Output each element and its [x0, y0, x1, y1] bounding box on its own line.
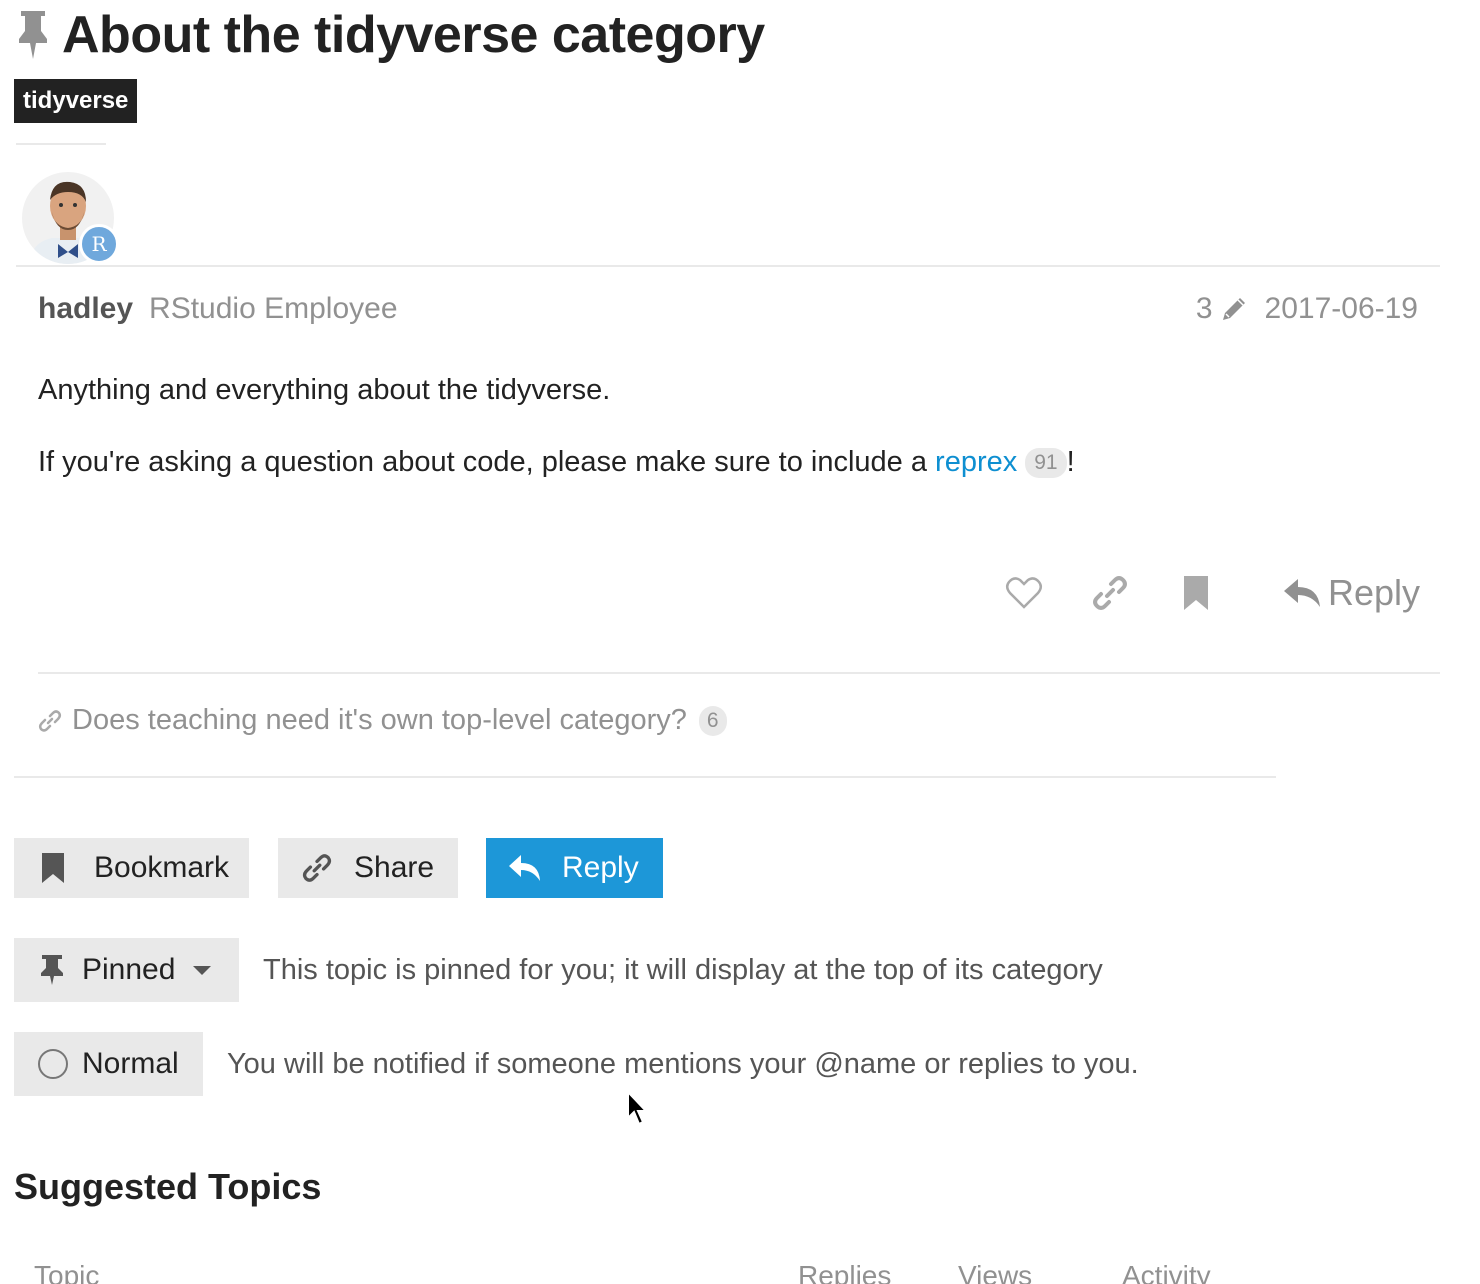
reprex-link[interactable]: reprex — [935, 446, 1017, 478]
topic-title-row: About the tidyverse category — [16, 6, 765, 64]
column-header-topic: Topic — [34, 1260, 100, 1284]
pinned-dropdown[interactable]: Pinned — [14, 938, 239, 1002]
reply-button[interactable]: Reply — [486, 838, 663, 898]
post-reply-button[interactable]: Reply — [1282, 572, 1420, 614]
pin-icon — [41, 955, 63, 985]
pinned-description: This topic is pinned for you; it will di… — [263, 953, 1103, 986]
pencil-icon[interactable] — [1219, 294, 1249, 324]
column-header-replies: Replies — [798, 1260, 892, 1284]
column-header-views: Views — [958, 1260, 1033, 1284]
divider — [14, 776, 1276, 778]
link-icon — [302, 854, 332, 882]
notification-description: You will be notified if someone mentions… — [227, 1047, 1139, 1080]
link-icon[interactable] — [1090, 573, 1130, 613]
username[interactable]: hadley — [38, 292, 133, 326]
divider — [38, 672, 1440, 674]
notification-row: Normal You will be notified if someone m… — [14, 1032, 1139, 1096]
edit-count[interactable]: 3 — [1196, 292, 1213, 326]
heart-icon[interactable] — [1004, 573, 1044, 613]
post-paragraph: Anything and everything about the tidyve… — [38, 374, 611, 406]
linked-topic-count: 6 — [698, 705, 727, 736]
linked-topic[interactable]: Does teaching need it's own top-level ca… — [38, 704, 727, 737]
bookmark-icon — [42, 853, 64, 883]
post-paragraph: If you're asking a question about code, … — [38, 444, 1075, 480]
share-button[interactable]: Share — [278, 838, 458, 898]
poster-info: hadley RStudio Employee — [38, 292, 398, 326]
page-title[interactable]: About the tidyverse category — [62, 5, 765, 65]
reply-icon — [509, 855, 540, 881]
caret-down-icon — [193, 965, 212, 975]
share-label: Share — [354, 851, 435, 884]
suggested-topics-title: Suggested Topics — [14, 1166, 322, 1207]
mouse-cursor-icon — [627, 1090, 649, 1126]
reply-label: Reply — [1327, 572, 1420, 613]
bookmark-button[interactable]: Bookmark — [14, 838, 249, 898]
notification-level-label: Normal — [82, 1047, 179, 1080]
reply-label: Reply — [562, 851, 639, 884]
circle-icon — [38, 1049, 68, 1079]
post-meta: 3 2017-06-19 — [1196, 292, 1418, 326]
pinned-label: Pinned — [82, 953, 176, 986]
link-icon — [38, 709, 62, 732]
pin-icon — [19, 11, 47, 59]
bookmark-icon[interactable] — [1176, 573, 1216, 613]
reply-icon — [1283, 579, 1320, 607]
column-header-activity: Activity — [1122, 1260, 1211, 1284]
user-title: RStudio Employee — [149, 292, 398, 325]
post-text: ! — [1066, 446, 1075, 478]
post-text: If you're asking a question about code, … — [38, 446, 936, 478]
category-badge[interactable]: tidyverse — [14, 79, 138, 123]
avatar-flair-badge: R — [79, 224, 119, 264]
pinned-row: Pinned This topic is pinned for you; it … — [14, 938, 1103, 1002]
divider — [16, 143, 106, 145]
bookmark-label: Bookmark — [94, 851, 230, 884]
divider — [16, 265, 1440, 267]
linked-topic-title: Does teaching need it's own top-level ca… — [72, 704, 687, 736]
post-actions: Reply — [958, 572, 1420, 614]
notification-level-button[interactable]: Normal — [14, 1032, 203, 1096]
post-date[interactable]: 2017-06-19 — [1265, 292, 1418, 326]
link-click-count: 91 — [1025, 448, 1067, 478]
post-body: Anything and everything about the tidyve… — [38, 372, 1075, 516]
